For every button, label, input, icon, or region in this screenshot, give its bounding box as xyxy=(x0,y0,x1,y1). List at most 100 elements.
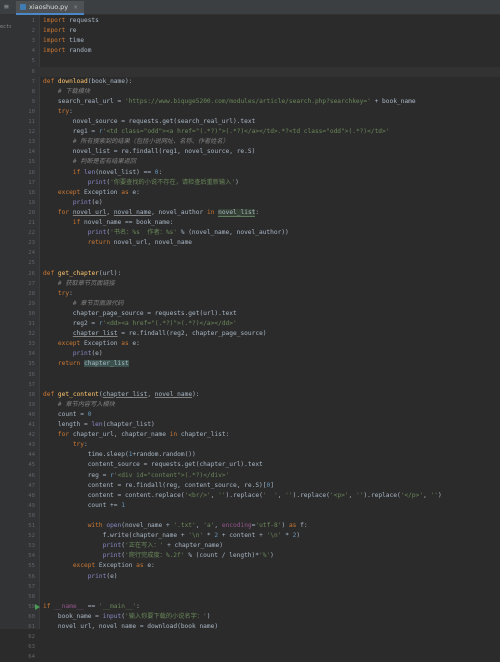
line-number: 47 xyxy=(28,482,35,489)
code-line[interactable]: # 章节内容写入模块 xyxy=(39,400,500,410)
code-line[interactable]: return novel_url, novel_name xyxy=(39,238,500,248)
code-line[interactable]: count += 1 xyxy=(39,501,500,511)
code-line-text: return chapter_list xyxy=(57,360,129,368)
line-number: 9 xyxy=(31,98,35,105)
code-line[interactable]: if novel_name == book_name: xyxy=(39,218,500,228)
code-editor[interactable]: 1 2 3 4 5 6 7 8 9 10 11 12 13 14 15 16 17 18 19 20 21 22 23 24 2… xyxy=(11,15,500,660)
code-line[interactable]: print('爬行完成度：%.2f' % (count / length)*'%… xyxy=(39,551,500,561)
code-line[interactable] xyxy=(39,258,500,268)
line-number: 16 xyxy=(28,169,35,176)
code-line-text: reg = r'<div id="content">(.*?)</div>' xyxy=(43,471,230,479)
line-number: 25 xyxy=(28,260,35,267)
code-line[interactable]: content = re.findall(reg, content_source… xyxy=(39,481,500,491)
line-number: 48 xyxy=(28,492,35,499)
code-line[interactable]: def download(book_name): xyxy=(39,77,500,87)
code-line[interactable]: import requests xyxy=(39,16,500,26)
code-line[interactable]: novel_list = re.findall(reg1, novel_sour… xyxy=(39,147,500,157)
code-line[interactable]: try: xyxy=(39,289,500,299)
code-line[interactable]: for chapter_url, chapter_name in chapter… xyxy=(39,430,500,440)
code-line[interactable]: reg = r'<div id="content">(.*?)</div>' xyxy=(39,471,500,481)
code-line[interactable]: chapter_page_source = requests.get(url).… xyxy=(39,309,500,319)
code-line[interactable]: import re xyxy=(39,26,500,36)
file-tab[interactable]: xiaoshuo.py × xyxy=(16,1,85,15)
code-line-text: except Exception as e: xyxy=(57,188,140,196)
code-line[interactable]: print(e) xyxy=(39,349,500,359)
code-line[interactable]: print(e) xyxy=(39,572,500,582)
code-line[interactable]: return chapter_list xyxy=(39,359,500,369)
code-line[interactable] xyxy=(39,66,500,77)
code-line[interactable]: import time xyxy=(39,36,500,46)
code-line[interactable]: with open(novel_name + '.txt', 'a', enco… xyxy=(39,521,500,531)
code-line-text: f.write(chapter_name + '\n' * 2 + conten… xyxy=(43,532,301,540)
code-line[interactable]: novel_url, novel_name = download(book_na… xyxy=(39,622,500,629)
line-number: 30 xyxy=(28,310,35,317)
code-line[interactable]: search_real_url = 'https://www.biquge520… xyxy=(39,97,500,107)
code-line-text: novel_url, novel_name = download(book_na… xyxy=(43,623,219,629)
code-line-text: return novel_url, novel_name xyxy=(87,239,193,247)
code-line[interactable]: reg2 = r'<dd><a href="(.*?)">(.*?)</a></… xyxy=(39,319,500,329)
code-line[interactable]: try: xyxy=(39,107,500,117)
code-line[interactable]: for novel_url, novel_name, novel_author … xyxy=(39,208,500,218)
code-line[interactable]: length = len(chapter_list) xyxy=(39,420,500,430)
code-line[interactable] xyxy=(39,582,500,592)
code-line[interactable]: time.sleep(1+random.random()) xyxy=(39,450,500,460)
code-line[interactable]: # 章节页面源代码 xyxy=(39,299,500,309)
code-line[interactable] xyxy=(39,56,500,66)
line-number: 64 xyxy=(28,654,35,661)
code-line[interactable]: print('书名：%s 作者：%s' % (novel_name, novel… xyxy=(39,228,500,238)
hamburger-menu-icon[interactable]: ≡ xyxy=(4,3,9,11)
code-line[interactable] xyxy=(39,248,500,258)
line-number: 38 xyxy=(28,391,35,398)
code-line[interactable] xyxy=(39,592,500,602)
code-line-text: if __name__ == '__main__': xyxy=(43,602,140,610)
close-tab-icon[interactable]: × xyxy=(73,4,78,11)
code-line[interactable]: reg1 = r'<td class="odd"><a href="(.*?)"… xyxy=(39,127,500,137)
code-area[interactable]: import requests import re import time impor… xyxy=(39,15,500,629)
code-line[interactable]: def get_chapter(url): xyxy=(39,269,500,279)
code-line[interactable]: except Exception as e: xyxy=(39,561,500,571)
line-number: 28 xyxy=(28,290,35,297)
code-line[interactable]: count = 0 xyxy=(39,410,500,420)
code-line[interactable] xyxy=(39,370,500,380)
code-line[interactable]: chapter_list = re.findall(reg2, chapter_… xyxy=(39,329,500,339)
line-number: 17 xyxy=(28,179,35,186)
code-line[interactable]: if __name__ == '__main__': xyxy=(39,602,500,612)
code-line-text: # 获取章节页面链接 xyxy=(57,279,115,287)
code-line[interactable]: print('正在写入：' + chapter_name) xyxy=(39,541,500,551)
code-line[interactable]: # 获取章节页面链接 xyxy=(39,279,500,289)
code-line-text: # 章节内容写入模块 xyxy=(57,400,115,408)
code-line[interactable]: novel_source = requests.get(search_real_… xyxy=(39,117,500,127)
code-line[interactable]: def get_content(chapter_list, novel_name… xyxy=(39,390,500,400)
line-number: 59 xyxy=(28,603,35,610)
line-number-gutter[interactable]: 1 2 3 4 5 6 7 8 9 10 11 12 13 14 15 16 17 18 19 20 21 22 23 24 2… xyxy=(11,15,40,660)
code-line-text: chapter_page_source = requests.get(url).… xyxy=(43,309,237,317)
code-line[interactable]: if len(novel_list) == 0: xyxy=(39,168,500,178)
code-line-text: if len(novel_list) == 0: xyxy=(72,168,163,176)
code-line-text: novel_list = re.findall(reg1, novel_sour… xyxy=(43,148,256,156)
code-line[interactable]: print('你要查找的小说不存在，请检查后重新输入') xyxy=(39,178,500,188)
code-line[interactable]: import random xyxy=(39,46,500,56)
code-line[interactable]: except Exception as e: xyxy=(39,339,500,349)
line-number: 44 xyxy=(28,452,35,459)
line-number: 53 xyxy=(28,543,35,550)
code-line[interactable]: # 所有搜索到的结果（包括小说网址、名称、作者姓名） xyxy=(39,137,500,147)
code-line[interactable]: f.write(chapter_name + '\n' * 2 + conten… xyxy=(39,531,500,541)
code-line[interactable] xyxy=(39,380,500,390)
line-number: 63 xyxy=(28,644,35,651)
code-line[interactable]: content = content.replace('<br/>', '').r… xyxy=(39,491,500,501)
line-number: 18 xyxy=(28,189,35,196)
line-number: 3 xyxy=(31,38,35,45)
code-line[interactable] xyxy=(39,511,500,521)
code-line-text: with open(novel_name + '.txt', 'a', enco… xyxy=(87,522,308,529)
code-line[interactable]: print(e) xyxy=(39,198,500,208)
code-line[interactable]: # 判断是否有结果返回 xyxy=(39,157,500,167)
code-line[interactable]: except Exception as e: xyxy=(39,188,500,198)
code-line[interactable]: book_name = input('输入你要下载的小说名字：') xyxy=(39,612,500,622)
code-line[interactable]: # 下载模块 xyxy=(39,87,500,97)
code-line[interactable]: try: xyxy=(39,440,500,450)
line-number: 33 xyxy=(28,341,35,348)
line-number: 11 xyxy=(28,119,35,125)
code-line[interactable]: content_source = requests.get(chapter_ur… xyxy=(39,460,500,470)
code-line-text: book_name = input('输入你要下载的小说名字：') xyxy=(43,612,211,620)
editor-tab-bar: ≡ xiaoshuo.py × xyxy=(0,0,500,15)
